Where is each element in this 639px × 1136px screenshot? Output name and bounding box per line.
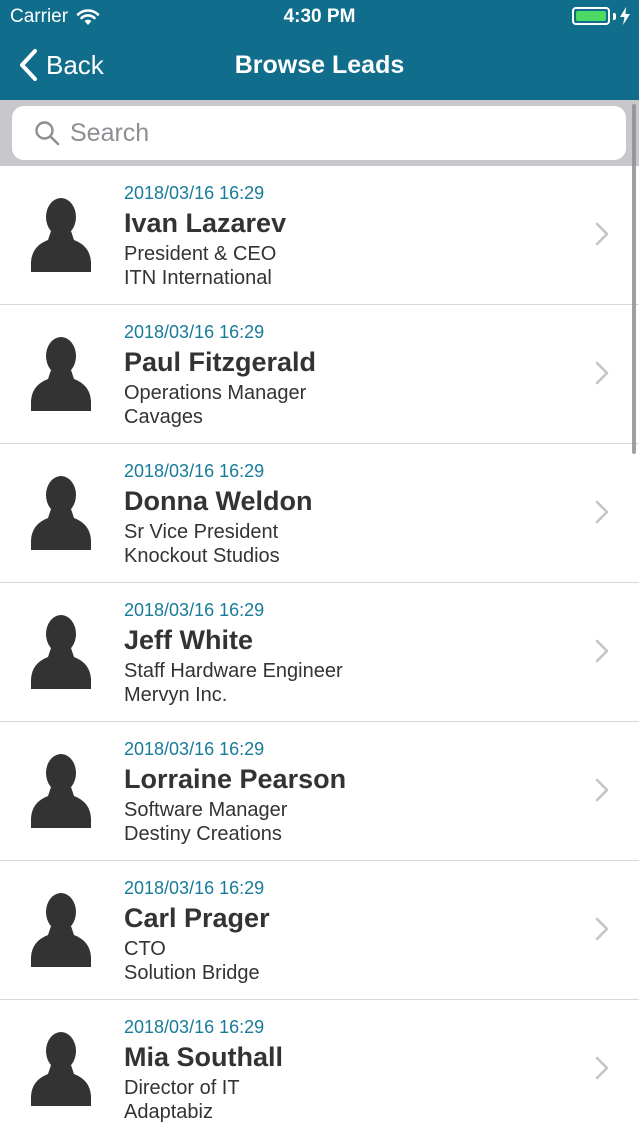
avatar-icon (31, 615, 91, 689)
avatar-icon (31, 754, 91, 828)
lead-date: 2018/03/16 16:29 (124, 739, 265, 759)
lead-company: Cavages (124, 406, 203, 428)
lead-company: Knockout Studios (124, 545, 280, 567)
lead-position: Director of IT (124, 1077, 240, 1099)
status-time: 4:30 PM (283, 6, 356, 27)
lead-name: Mia Southall (124, 1042, 284, 1072)
lead-info: 2018/03/16 16:29 Jeff White Staff Hardwa… (124, 599, 343, 707)
lead-row[interactable]: 2018/03/16 16:29 Lorraine Pearson Softwa… (0, 722, 639, 861)
lead-date: 2018/03/16 16:29 (124, 1017, 265, 1037)
search-field[interactable] (12, 106, 626, 160)
lead-info: 2018/03/16 16:29 Mia Southall Director o… (124, 1016, 283, 1124)
chevron-right-icon (595, 222, 609, 246)
lead-date: 2018/03/16 16:29 (124, 461, 265, 481)
lead-name: Lorraine Pearson (124, 764, 347, 794)
lead-info: 2018/03/16 16:29 Ivan Lazarev President … (124, 182, 286, 290)
chevron-right-icon (595, 917, 609, 941)
search-bar (0, 100, 639, 166)
lead-name: Paul Fitzgerald (124, 347, 317, 377)
lead-name: Donna Weldon (124, 486, 313, 516)
search-input[interactable] (70, 118, 590, 148)
scroll-indicator[interactable] (632, 104, 636, 454)
lead-info: 2018/03/16 16:29 Paul Fitzgerald Operati… (124, 321, 316, 429)
lead-position: Software Manager (124, 799, 288, 821)
avatar-icon (31, 893, 91, 967)
avatar-icon (31, 476, 91, 550)
battery-tip (613, 12, 616, 20)
top-bar: Carrier 4:30 PM Back Browse Leads (0, 0, 639, 100)
lead-company: Mervyn Inc. (124, 684, 228, 706)
lead-date: 2018/03/16 16:29 (124, 878, 265, 898)
lead-company: ITN International (124, 267, 272, 289)
lead-date: 2018/03/16 16:29 (124, 322, 265, 342)
chevron-right-icon (595, 778, 609, 802)
chevron-right-icon (595, 1056, 609, 1080)
lead-company: Solution Bridge (124, 962, 260, 984)
lead-position: President & CEO (124, 243, 277, 265)
lead-date: 2018/03/16 16:29 (124, 600, 265, 620)
lead-info: 2018/03/16 16:29 Lorraine Pearson Softwa… (124, 738, 346, 846)
lead-row[interactable]: 2018/03/16 16:29 Jeff White Staff Hardwa… (0, 583, 639, 722)
leads-list: 2018/03/16 16:29 Ivan Lazarev President … (0, 166, 639, 1136)
lead-row[interactable]: 2018/03/16 16:29 Carl Prager CTO Solutio… (0, 861, 639, 1000)
search-icon (35, 121, 60, 146)
battery-fill (576, 11, 606, 21)
avatar-icon (31, 1032, 91, 1106)
charging-bolt-icon (620, 7, 630, 25)
lead-name: Ivan Lazarev (124, 208, 287, 238)
lead-row[interactable]: 2018/03/16 16:29 Donna Weldon Sr Vice Pr… (0, 444, 639, 583)
status-bar: Carrier 4:30 PM (0, 0, 639, 34)
lead-row[interactable]: 2018/03/16 16:29 Paul Fitzgerald Operati… (0, 305, 639, 444)
lead-name: Jeff White (124, 625, 254, 655)
lead-position: Operations Manager (124, 382, 307, 404)
lead-info: 2018/03/16 16:29 Donna Weldon Sr Vice Pr… (124, 460, 313, 568)
lead-name: Carl Prager (124, 903, 270, 933)
chevron-right-icon (595, 361, 609, 385)
lead-company: Destiny Creations (124, 823, 282, 845)
lead-company: Adaptabiz (124, 1101, 213, 1123)
lead-position: CTO (124, 938, 166, 960)
lead-row[interactable]: 2018/03/16 16:29 Ivan Lazarev President … (0, 166, 639, 305)
battery-indicator (572, 7, 631, 25)
chevron-right-icon (595, 639, 609, 663)
lead-position: Sr Vice President (124, 521, 279, 543)
battery-icon (572, 7, 610, 25)
lead-date: 2018/03/16 16:29 (124, 183, 265, 203)
avatar-icon (31, 337, 91, 411)
lead-row[interactable]: 2018/03/16 16:29 Mia Southall Director o… (0, 1000, 639, 1136)
avatar-icon (31, 198, 91, 272)
navigation-bar: Back Browse Leads (0, 34, 639, 100)
lead-position: Staff Hardware Engineer (124, 660, 343, 682)
lead-info: 2018/03/16 16:29 Carl Prager CTO Solutio… (124, 877, 270, 985)
page-title: Browse Leads (234, 51, 405, 79)
chevron-right-icon (595, 500, 609, 524)
